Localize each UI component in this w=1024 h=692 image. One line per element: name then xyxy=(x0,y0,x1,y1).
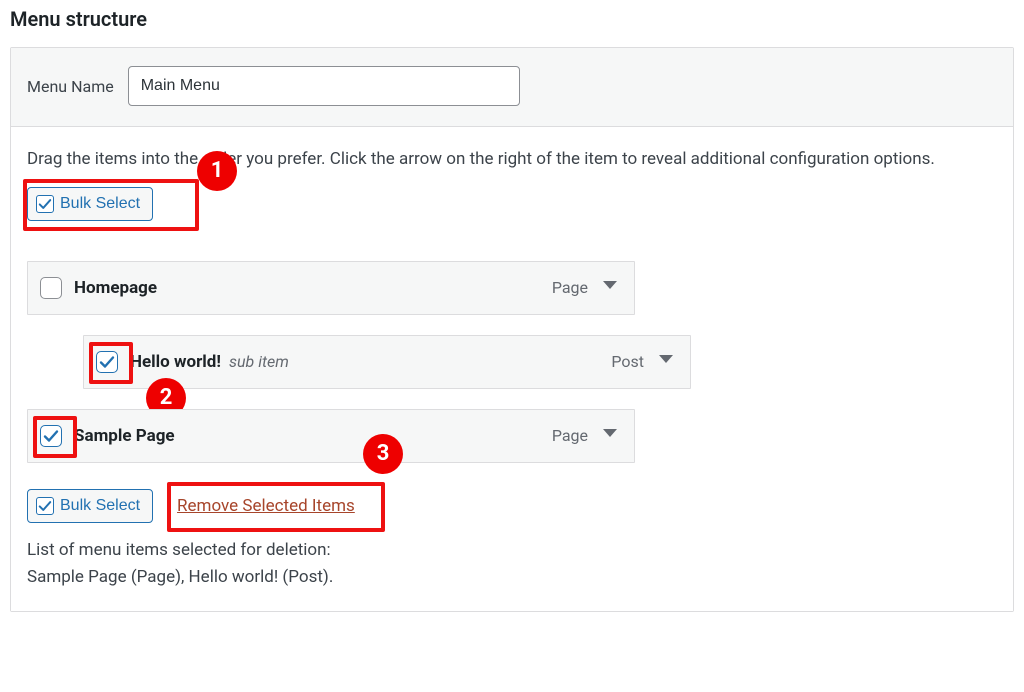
panel-body: Drag the items into the order you prefer… xyxy=(11,127,1013,611)
menu-items-list: Homepage Page Hello world! sub item xyxy=(27,261,997,463)
section-heading: Menu structure xyxy=(0,0,1024,47)
bulk-select-button-top[interactable]: Bulk Select xyxy=(27,187,153,221)
check-icon xyxy=(36,195,54,213)
menu-item-type: Post xyxy=(611,352,644,371)
menu-item-sub-label: sub item xyxy=(229,352,289,371)
menu-item-type: Page xyxy=(552,426,588,445)
menu-item-checkbox[interactable] xyxy=(40,425,62,447)
menu-structure-panel: Menu Name Drag the items into the order … xyxy=(10,47,1014,612)
menu-name-input[interactable] xyxy=(128,66,520,106)
bulk-select-label: Bulk Select xyxy=(60,497,140,515)
deletion-items: Sample Page (Page), Hello world! (Post). xyxy=(27,564,997,591)
chevron-down-icon[interactable] xyxy=(602,280,618,296)
menu-item-title: Hello world! xyxy=(130,352,221,372)
bulk-select-button-bottom[interactable]: Bulk Select xyxy=(27,489,153,523)
remove-selected-link[interactable]: Remove Selected Items xyxy=(177,496,355,516)
instructions-text: Drag the items into the order you prefer… xyxy=(27,147,997,173)
check-icon xyxy=(36,497,54,515)
menu-item-sample-page[interactable]: Sample Page Page xyxy=(27,409,635,463)
menu-item-title: Homepage xyxy=(74,278,157,298)
menu-item-hello-world[interactable]: Hello world! sub item Post 2 xyxy=(83,335,691,389)
chevron-down-icon[interactable] xyxy=(602,428,618,444)
menu-item-type: Page xyxy=(552,278,588,297)
deletion-heading: List of menu items selected for deletion… xyxy=(27,537,997,564)
menu-item-homepage[interactable]: Homepage Page xyxy=(27,261,635,315)
bulk-select-label: Bulk Select xyxy=(60,195,140,213)
menu-item-checkbox[interactable] xyxy=(40,277,62,299)
menu-name-label: Menu Name xyxy=(27,77,114,96)
chevron-down-icon[interactable] xyxy=(658,354,674,370)
panel-header: Menu Name xyxy=(11,48,1013,127)
menu-item-checkbox[interactable] xyxy=(96,351,118,373)
deletion-list: List of menu items selected for deletion… xyxy=(27,537,997,591)
menu-item-title: Sample Page xyxy=(74,426,175,446)
